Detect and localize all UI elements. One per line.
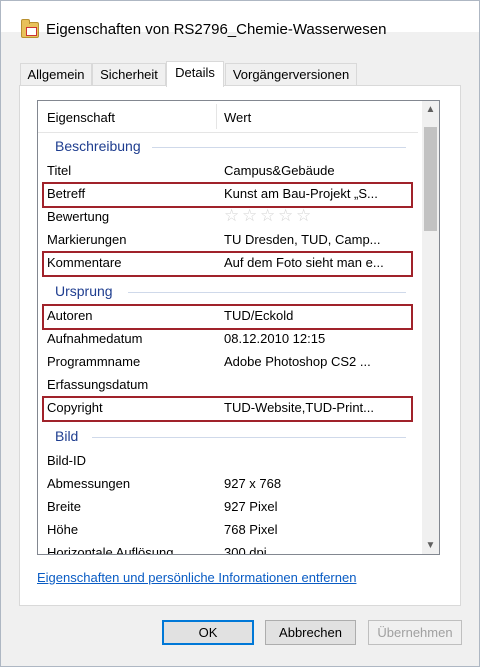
highlight-box-autoren xyxy=(42,304,413,330)
property-label: Aufnahmedatum xyxy=(47,331,143,346)
folder-image-icon xyxy=(21,19,39,38)
property-label: Titel xyxy=(47,163,72,178)
property-label: Abmessungen xyxy=(47,476,131,491)
scrollbar-thumb[interactable] xyxy=(424,127,437,231)
highlight-box-copyright xyxy=(42,396,413,422)
property-row-breite[interactable]: Breite 927 Pixel xyxy=(38,496,418,519)
group-label: Beschreibung xyxy=(55,138,141,154)
property-value: 927 Pixel xyxy=(224,499,278,514)
property-value: 300 dpi xyxy=(224,545,267,555)
property-row-titel[interactable]: Titel Campus&Gebäude xyxy=(38,160,418,183)
group-divider xyxy=(128,292,406,293)
group-header-beschreibung: Beschreibung xyxy=(38,135,418,158)
star-icon[interactable]: ☆ xyxy=(296,207,314,224)
group-header-ursprung: Ursprung xyxy=(38,280,418,303)
tab-details[interactable]: Details xyxy=(166,61,224,87)
property-value: TU Dresden, TUD, Camp... xyxy=(224,232,381,247)
property-row-abmessungen[interactable]: Abmessungen 927 x 768 xyxy=(38,473,418,496)
star-icon[interactable]: ☆ xyxy=(224,207,242,224)
tab-vorgaengerversionen[interactable]: Vorgängerversionen xyxy=(225,63,357,86)
property-value: 08.12.2010 12:15 xyxy=(224,331,326,346)
property-label: Erfassungsdatum xyxy=(47,377,149,392)
highlight-box-betreff xyxy=(42,182,413,208)
property-row-markierungen[interactable]: Markierungen TU Dresden, TUD, Camp... xyxy=(38,229,418,252)
property-value: Adobe Photoshop CS2 ... xyxy=(224,354,371,369)
column-header-property[interactable]: Eigenschaft xyxy=(47,110,115,125)
ok-button[interactable]: OK xyxy=(162,620,254,645)
property-label: Breite xyxy=(47,499,81,514)
property-value: Campus&Gebäude xyxy=(224,163,335,178)
remove-properties-link[interactable]: Eigenschaften und persönliche Informatio… xyxy=(37,570,356,585)
property-row-aufnahmedatum[interactable]: Aufnahmedatum 08.12.2010 12:15 xyxy=(38,328,418,351)
property-row-horizontale-aufloesung[interactable]: Horizontale Auflösung 300 dpi xyxy=(38,542,418,555)
title-bar: Eigenschaften von RS2796_Chemie-Wasserwe… xyxy=(1,1,479,38)
column-header-value[interactable]: Wert xyxy=(224,110,251,125)
property-value: 768 Pixel xyxy=(224,522,278,537)
cancel-button[interactable]: Abbrechen xyxy=(265,620,356,645)
chevron-up-icon[interactable]: ▲ xyxy=(422,101,439,118)
property-label: Markierungen xyxy=(47,232,127,247)
property-row-bewertung[interactable]: Bewertung ☆ ☆ ☆ ☆ ☆ xyxy=(38,206,418,229)
column-divider[interactable] xyxy=(216,104,217,129)
star-icon[interactable]: ☆ xyxy=(242,207,260,224)
apply-button[interactable]: Übernehmen xyxy=(368,620,462,645)
vertical-scrollbar[interactable]: ▲ ▼ xyxy=(422,101,439,554)
property-row-bild-id[interactable]: Bild-ID xyxy=(38,450,418,473)
group-header-bild: Bild xyxy=(38,425,418,448)
group-label: Bild xyxy=(55,428,79,444)
property-label: Bewertung xyxy=(47,209,110,224)
star-icon[interactable]: ☆ xyxy=(278,207,296,224)
tab-allgemein[interactable]: Allgemein xyxy=(20,63,92,86)
property-label: Bild-ID xyxy=(47,453,87,468)
highlight-box-kommentare xyxy=(42,251,413,277)
chevron-down-icon[interactable]: ▼ xyxy=(422,537,439,554)
tab-sicherheit[interactable]: Sicherheit xyxy=(92,63,166,86)
window-title: Eigenschaften von RS2796_Chemie-Wasserwe… xyxy=(46,21,387,38)
star-icon[interactable]: ☆ xyxy=(260,207,278,224)
list-header: Eigenschaft Wert xyxy=(38,101,418,133)
property-row-programmname[interactable]: Programmname Adobe Photoshop CS2 ... xyxy=(38,351,418,374)
group-divider xyxy=(92,437,406,438)
property-value: 927 x 768 xyxy=(224,476,282,491)
property-label: Höhe xyxy=(47,522,79,537)
property-row-hoehe[interactable]: Höhe 768 Pixel xyxy=(38,519,418,542)
group-divider xyxy=(152,147,406,148)
property-label: Horizontale Auflösung xyxy=(47,545,174,555)
property-label: Programmname xyxy=(47,354,141,369)
rating-stars[interactable]: ☆ ☆ ☆ ☆ ☆ xyxy=(224,207,314,224)
group-label: Ursprung xyxy=(55,283,113,299)
property-row-erfassungsdatum[interactable]: Erfassungsdatum xyxy=(38,374,418,397)
